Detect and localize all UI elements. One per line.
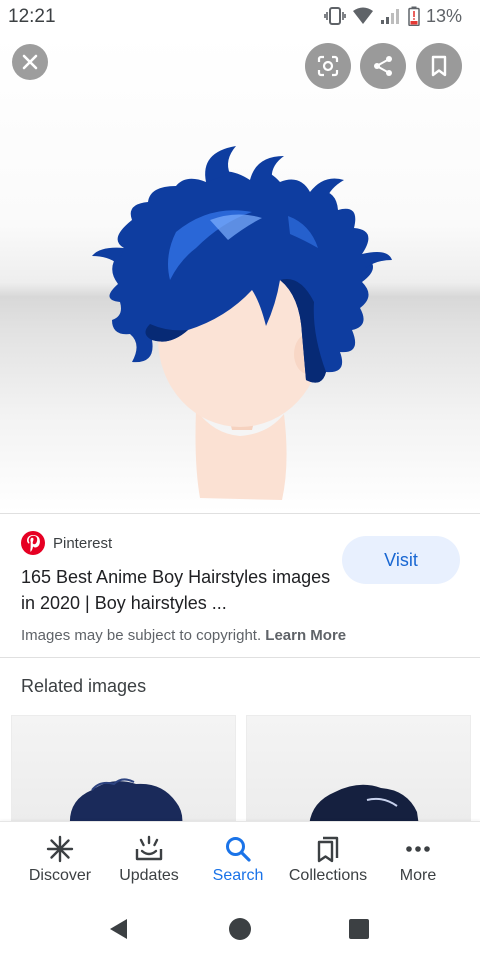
status-icons: 13% bbox=[324, 5, 462, 27]
related-images-heading: Related images bbox=[21, 676, 147, 696]
home-circle-icon bbox=[229, 918, 251, 940]
result-title[interactable]: 165 Best Anime Boy Hairstyles images in … bbox=[21, 564, 341, 616]
share-icon bbox=[374, 56, 392, 76]
close-button[interactable] bbox=[12, 44, 48, 80]
nav-updates[interactable]: Updates bbox=[109, 822, 189, 898]
bottom-navigation: Discover Updates Search Collections More bbox=[0, 821, 480, 897]
asterisk-icon bbox=[46, 835, 74, 863]
lens-icon bbox=[317, 55, 339, 77]
more-dots-icon bbox=[406, 846, 430, 852]
system-home-button[interactable] bbox=[226, 915, 254, 943]
related-image-thumbnail[interactable] bbox=[11, 715, 236, 825]
back-triangle-icon bbox=[110, 919, 127, 939]
recents-square-icon bbox=[349, 919, 369, 939]
nav-label: Search bbox=[212, 867, 264, 884]
bookmark-icon bbox=[431, 55, 447, 77]
source-row[interactable]: Pinterest bbox=[21, 531, 112, 555]
system-recents-button[interactable] bbox=[345, 915, 373, 943]
vibrate-icon bbox=[324, 7, 346, 25]
nav-more[interactable]: More bbox=[380, 822, 456, 898]
system-navigation-bar bbox=[0, 897, 480, 960]
copyright-notice: Images may be subject to copyright. Lear… bbox=[21, 627, 346, 644]
wifi-icon bbox=[352, 7, 373, 24]
save-to-collection-button[interactable] bbox=[416, 43, 462, 89]
nav-label: Collections bbox=[288, 867, 368, 884]
battery-low-icon bbox=[408, 6, 420, 26]
visit-button[interactable]: Visit bbox=[342, 536, 460, 584]
nav-collections[interactable]: Collections bbox=[283, 822, 373, 898]
nav-label: Updates bbox=[119, 867, 179, 884]
image-viewer[interactable] bbox=[0, 34, 480, 512]
status-time: 12:21 bbox=[8, 6, 56, 27]
share-button[interactable] bbox=[360, 43, 406, 89]
status-bar: 12:21 13% bbox=[0, 0, 480, 34]
copyright-text: Images may be subject to copyright. bbox=[21, 627, 262, 644]
anime-hair-image[interactable] bbox=[0, 34, 480, 512]
search-icon bbox=[226, 837, 251, 862]
result-info-panel: Pinterest 165 Best Anime Boy Hairstyles … bbox=[0, 513, 480, 658]
related-image-thumbnail[interactable] bbox=[246, 715, 471, 825]
system-back-button[interactable] bbox=[105, 915, 133, 943]
nav-label: Discover bbox=[28, 867, 92, 884]
pinterest-logo-icon bbox=[21, 531, 45, 555]
nav-label: More bbox=[399, 867, 437, 884]
nav-discover[interactable]: Discover bbox=[20, 822, 100, 898]
nav-search[interactable]: Search bbox=[198, 822, 278, 898]
updates-icon bbox=[135, 835, 163, 861]
lens-button[interactable] bbox=[305, 43, 351, 89]
learn-more-link[interactable]: Learn More bbox=[265, 627, 346, 644]
battery-percent: 13% bbox=[425, 5, 462, 26]
close-icon bbox=[22, 54, 38, 70]
signal-icon bbox=[380, 9, 399, 24]
collections-icon bbox=[317, 836, 339, 863]
source-name: Pinterest bbox=[53, 534, 113, 552]
